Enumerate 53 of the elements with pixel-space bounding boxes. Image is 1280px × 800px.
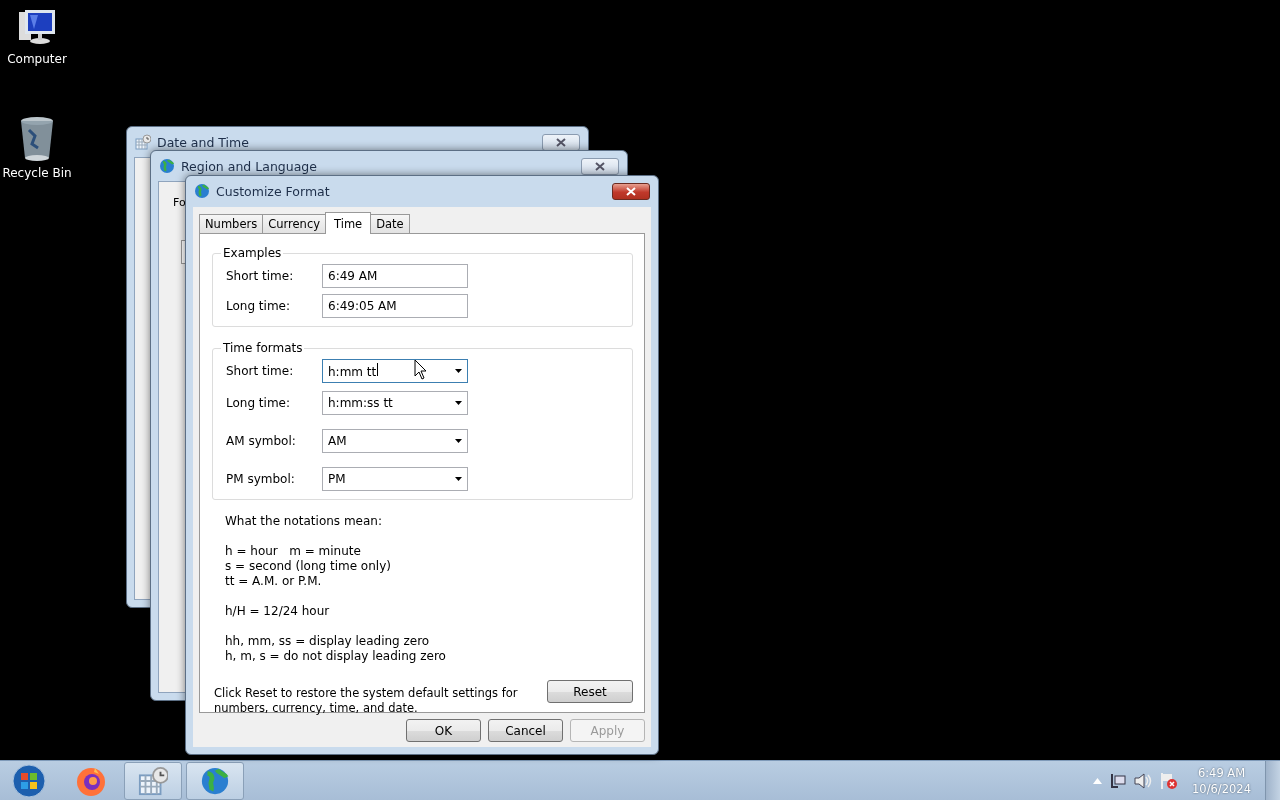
example-field: 6:49:05 AM bbox=[322, 294, 468, 318]
group-title: Examples bbox=[222, 246, 283, 260]
calendar-clock-icon bbox=[138, 766, 168, 796]
close-button[interactable] bbox=[542, 133, 580, 151]
firefox-icon[interactable] bbox=[75, 765, 107, 797]
tab[interactable]: Numbers bbox=[199, 214, 264, 233]
notation-text: h, m, s = do not display leading zero bbox=[225, 649, 447, 664]
notation-text: h = hour m = minute bbox=[225, 544, 362, 559]
close-icon bbox=[556, 137, 566, 147]
close-icon bbox=[626, 186, 636, 196]
tab[interactable]: Currency bbox=[262, 214, 326, 233]
notation-text: hh, mm, ss = display leading zero bbox=[225, 634, 431, 649]
reset-description: Click Reset to restore the system default settings for numbers, currency, time, and date. bbox=[214, 686, 519, 716]
notation-text: s = second (long time only) bbox=[225, 559, 392, 574]
reset-button[interactable]: Reset bbox=[547, 680, 633, 703]
dialog-button[interactable]: Cancel bbox=[488, 719, 563, 742]
close-icon bbox=[595, 161, 605, 171]
window-title: Date and Time bbox=[157, 134, 250, 150]
format-combo-box[interactable]: h:mm:ss tt bbox=[322, 391, 468, 415]
notation-text: What the notations mean: bbox=[225, 514, 383, 529]
recycle-bin-icon bbox=[19, 116, 55, 162]
format-combo-box[interactable]: h:mm tt bbox=[322, 359, 468, 383]
format-combo-box[interactable]: PM bbox=[322, 467, 468, 491]
field-label: Short time: bbox=[226, 364, 295, 378]
window-title: Customize Format bbox=[216, 183, 331, 199]
field-label: PM symbol: bbox=[226, 472, 296, 486]
calendar-icon bbox=[135, 134, 151, 150]
notation-text: tt = A.M. or P.M. bbox=[225, 574, 323, 589]
field-label: Long time: bbox=[226, 396, 291, 410]
globe-icon bbox=[194, 183, 210, 199]
desktop-icon-label[interactable]: Recycle Bin bbox=[2, 166, 72, 180]
close-button[interactable] bbox=[581, 157, 619, 175]
network-icon[interactable] bbox=[1110, 773, 1127, 789]
example-field: 6:49 AM bbox=[322, 264, 468, 288]
format-combo-box[interactable]: AM bbox=[322, 429, 468, 453]
globe-clock-icon bbox=[200, 766, 230, 796]
dialog-button[interactable]: OK bbox=[406, 719, 481, 742]
globe-icon bbox=[159, 158, 175, 174]
start-icon[interactable] bbox=[12, 764, 46, 798]
desktop-icon-label[interactable]: Computer bbox=[7, 52, 67, 66]
field-label: Short time: bbox=[226, 269, 295, 283]
tab[interactable]: Time bbox=[325, 212, 372, 234]
group-title: Time formats bbox=[222, 341, 304, 355]
tab[interactable]: Date bbox=[370, 214, 410, 233]
label-fragment: Fo bbox=[173, 196, 186, 209]
cursor-icon bbox=[414, 359, 427, 380]
notation-text: h/H = 12/24 hour bbox=[225, 604, 331, 619]
volume-icon[interactable] bbox=[1134, 773, 1153, 789]
close-button[interactable] bbox=[612, 182, 650, 200]
field-label: Long time: bbox=[226, 299, 291, 313]
flag-error-icon[interactable] bbox=[1160, 772, 1179, 790]
field-label: AM symbol: bbox=[226, 434, 297, 448]
window-title: Region and Language bbox=[181, 158, 318, 174]
